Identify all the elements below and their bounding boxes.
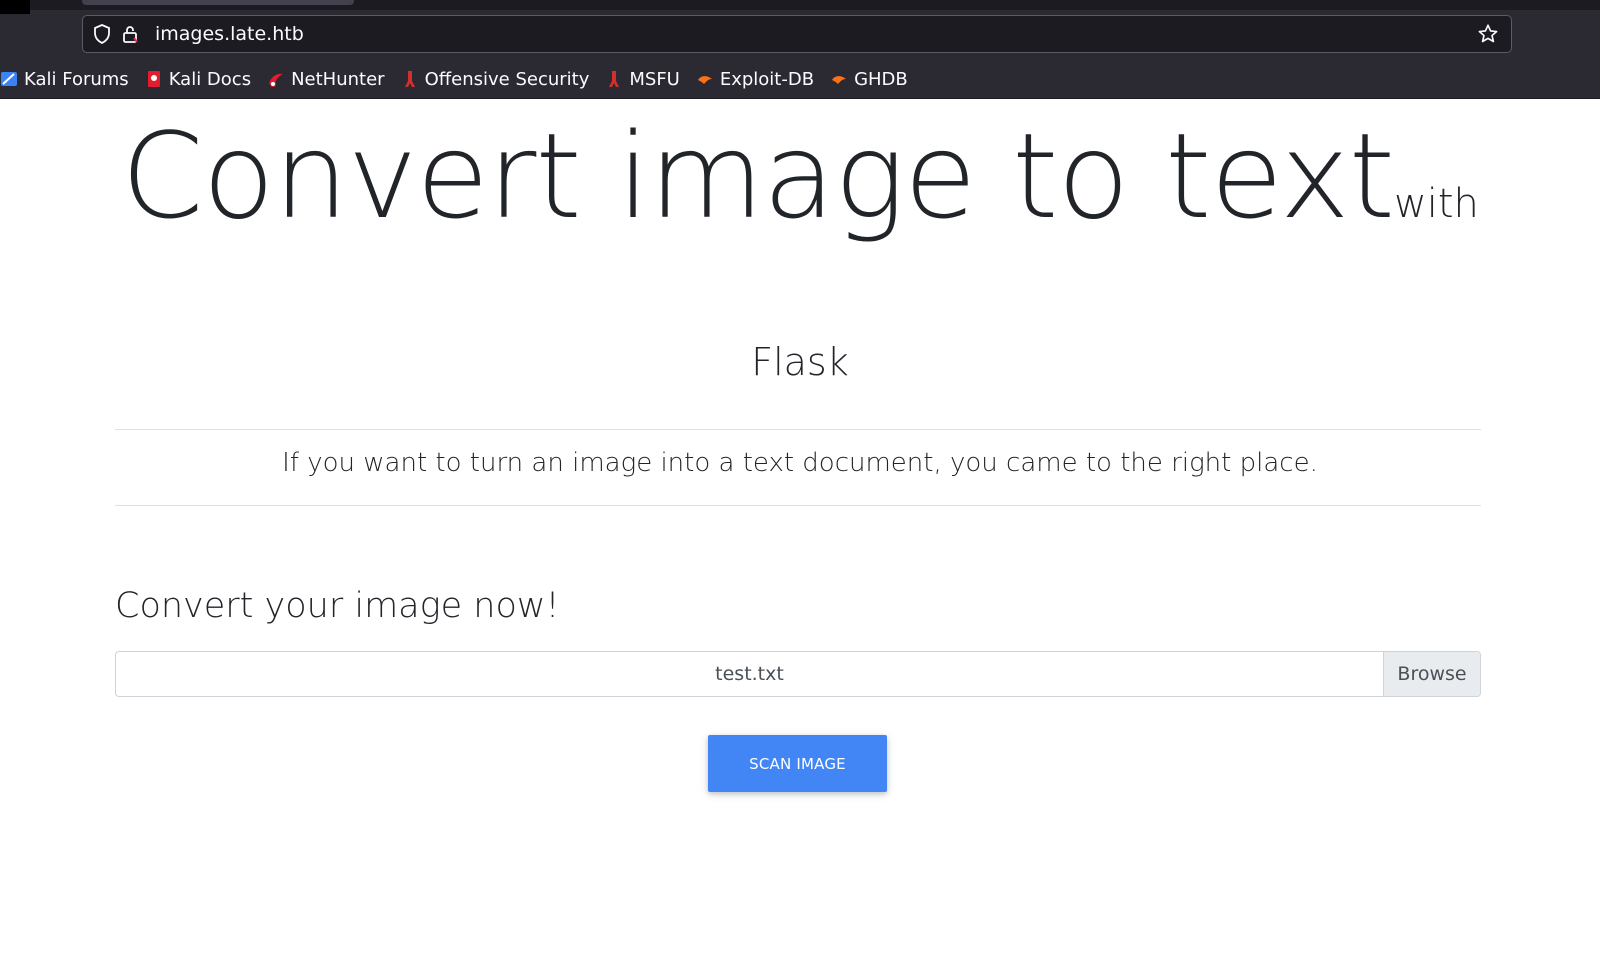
kali-forums-icon [0, 70, 18, 88]
bookmark-label: NetHunter [291, 68, 385, 90]
bookmarks-toolbar: Kali Forums Kali Docs NetHunter Offensiv… [0, 64, 924, 94]
bookmark-kali-forums[interactable]: Kali Forums [0, 69, 129, 90]
page-title-main: Convert image to text [121, 107, 1395, 245]
bookmark-offensive-security[interactable]: Offensive Security [401, 68, 590, 90]
tab-corner [0, 0, 30, 14]
page-subtitle: Flask [751, 340, 849, 384]
bookmark-ghdb[interactable]: GHDB [830, 69, 908, 90]
tab-strip [0, 0, 1600, 14]
bookmark-msfu[interactable]: MSFU [605, 68, 680, 90]
msfu-icon [605, 70, 623, 88]
browser-chrome: images.late.htb Kali Forums Kali Docs Ne… [0, 0, 1600, 99]
divider [115, 429, 1481, 430]
nethunter-icon [267, 70, 285, 88]
exploit-db-icon [696, 70, 714, 88]
url-text[interactable]: images.late.htb [155, 23, 304, 45]
bookmark-label: Kali Forums [24, 68, 129, 90]
ghdb-icon [830, 70, 848, 88]
scan-image-button[interactable]: SCAN IMAGE [708, 735, 887, 792]
page-content: Convert image to textwith Flask If you w… [0, 98, 1600, 960]
shield-icon[interactable] [91, 23, 113, 45]
lock-insecure-icon[interactable] [119, 23, 141, 45]
bookmark-label: MSFU [629, 68, 680, 90]
divider [115, 505, 1481, 506]
bookmark-exploit-db[interactable]: Exploit-DB [696, 69, 814, 90]
bookmark-label: GHDB [854, 68, 908, 90]
page-title-suffix: with [1394, 181, 1479, 227]
page-title: Convert image to textwith [0, 106, 1600, 274]
bookmark-label: Offensive Security [424, 68, 590, 90]
lead-text: If you want to turn an image into a text… [282, 448, 1318, 478]
form-heading: Convert your image now! [115, 586, 560, 626]
browse-button[interactable]: Browse [1383, 652, 1480, 696]
url-bar[interactable]: images.late.htb [82, 15, 1512, 53]
file-upload-input[interactable]: test.txt Browse [115, 651, 1481, 697]
selected-file-name[interactable]: test.txt [116, 652, 1383, 696]
bookmark-label: Kali Docs [168, 68, 252, 90]
offensive-security-icon [401, 70, 419, 88]
bookmark-kali-docs[interactable]: Kali Docs [145, 69, 251, 90]
bookmark-label: Exploit-DB [719, 68, 815, 90]
kali-docs-icon [145, 70, 163, 88]
active-tab[interactable] [82, 0, 354, 5]
bookmark-star-icon[interactable] [1477, 23, 1499, 50]
bookmark-nethunter[interactable]: NetHunter [267, 68, 385, 90]
